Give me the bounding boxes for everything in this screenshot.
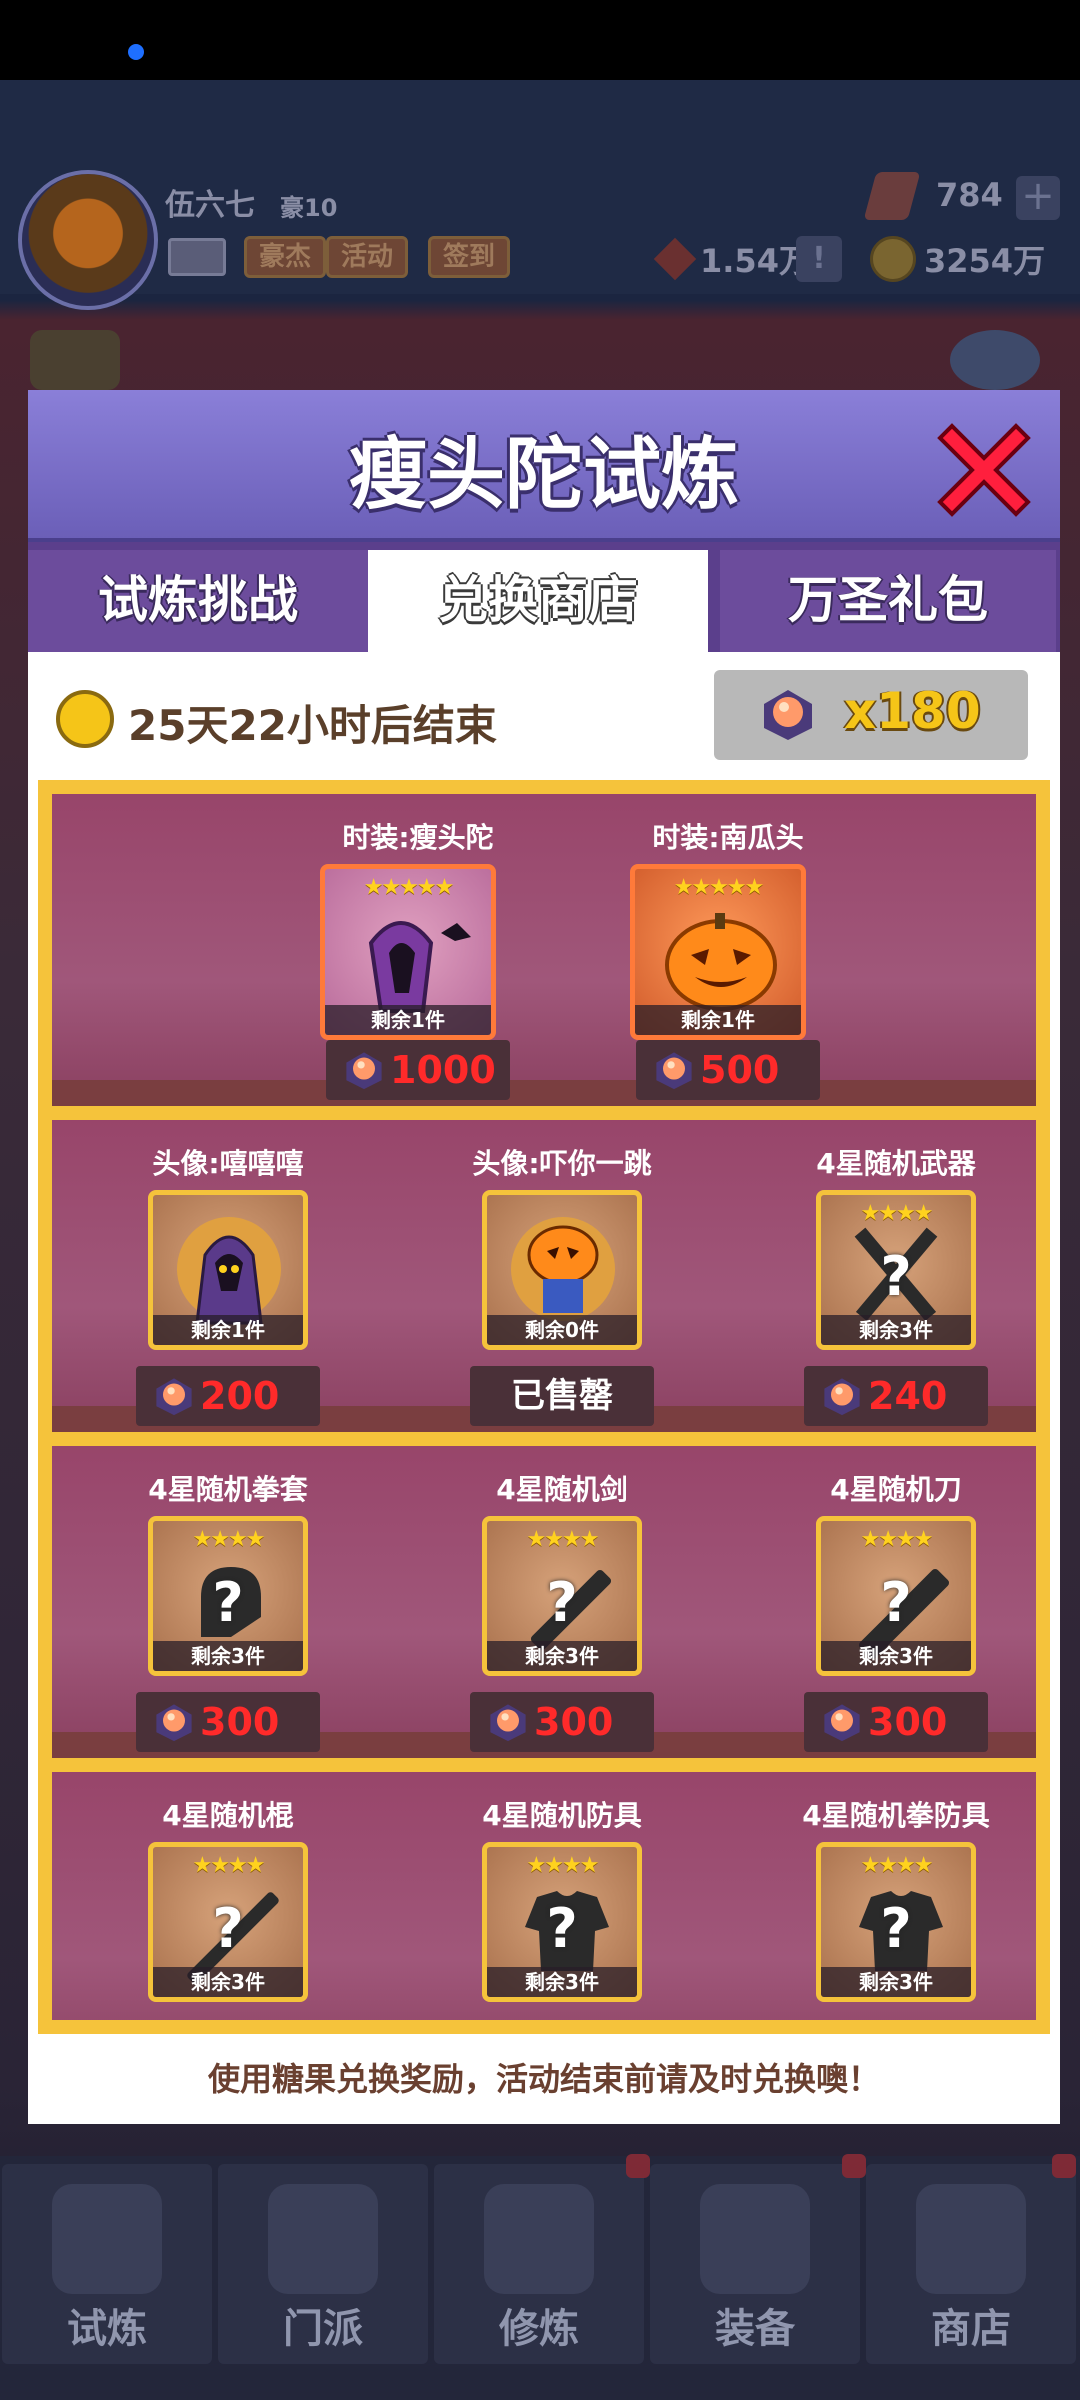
event-timer: 25天22小时后结束 — [128, 701, 497, 750]
pumpkin-avatar-icon — [511, 1217, 615, 1321]
footer-note: 使用糖果兑换奖励，活动结束前请及时兑换噢！ — [207, 2060, 880, 2098]
candy-icon — [824, 1378, 860, 1416]
status-bar — [0, 0, 1080, 80]
hooded-figure-icon — [368, 921, 471, 1013]
trial-icon — [52, 2184, 162, 2294]
tab-exchange-shop[interactable]: 兑换商店 — [368, 550, 708, 652]
gem-count: 784 — [936, 176, 1003, 214]
price-tag: 300 — [136, 1692, 320, 1752]
row-divider — [52, 1758, 1036, 1772]
sword-shield-icon — [700, 2184, 810, 2294]
candy-icon — [156, 1704, 192, 1742]
nav-shop[interactable]: 商店 — [866, 2164, 1076, 2364]
price-tag: 300 — [804, 1692, 988, 1752]
sold-out-label: 已售罄 — [470, 1366, 654, 1426]
nav-cultivate[interactable]: 修炼 — [434, 2164, 644, 2364]
pumpkin-icon — [665, 913, 777, 1011]
candy-icon — [490, 1704, 526, 1742]
candy-icon — [824, 1704, 860, 1742]
book-icon — [484, 2184, 594, 2294]
shop-icon — [916, 2184, 1026, 2294]
price-tag: 300 — [470, 1692, 654, 1752]
nav-equipment[interactable]: 装备 — [650, 2164, 860, 2364]
shop-item[interactable]: 4星随机防具 ★★★★ ? 剩余3件 — [452, 1772, 672, 2020]
tag-hero[interactable]: 豪杰 — [244, 236, 327, 278]
alert-button[interactable]: ! — [796, 236, 842, 282]
shop-item[interactable]: 头像:吓你一跳 剩余0件 已售罄 — [452, 1120, 672, 1432]
tab-trial-challenge[interactable]: 试炼挑战 — [28, 550, 368, 652]
side-ghost-icon[interactable] — [950, 330, 1040, 390]
nav-badge — [1052, 2154, 1076, 2178]
price-tag: 240 — [804, 1366, 988, 1426]
game-screen: { "background": { "player_name": "伍六七", … — [0, 0, 1080, 2400]
candy-icon — [156, 1378, 192, 1416]
nav-sect[interactable]: 门派 — [218, 2164, 428, 2364]
tab-halloween-pack[interactable]: 万圣礼包 — [720, 550, 1056, 652]
candy-icon — [346, 1052, 382, 1090]
coin-count: 3254万 — [924, 242, 1046, 280]
shop-item[interactable]: 4星随机武器 ★★★★ ? 剩余3件 240 — [786, 1120, 1006, 1432]
player-rank: 豪10 — [280, 194, 338, 222]
shop-item[interactable]: 时装:南瓜头 ★★★★★ 剩余1件 500 — [618, 794, 838, 1106]
temple-icon — [268, 2184, 378, 2294]
tag-signin[interactable]: 签到 — [428, 236, 511, 278]
modal-header: 瘦头陀试炼 — [28, 390, 1060, 542]
row-divider — [52, 1432, 1036, 1446]
nav-trial[interactable]: 试炼 — [2, 2164, 212, 2364]
red-currency-count: 1.54万 — [700, 242, 811, 280]
candy-icon — [656, 1052, 692, 1090]
nav-badge — [626, 2154, 650, 2178]
mail-icon[interactable] — [168, 238, 226, 276]
hooded-avatar-icon — [177, 1217, 281, 1325]
shop-panel: 时装:瘦头陀 ★★★★★ 剩余1件 1000 时装:南瓜头 ★★★★★ 剩余1件… — [38, 780, 1050, 2034]
price-tag: 200 — [136, 1366, 320, 1426]
coin-icon — [870, 236, 916, 282]
candy-balance: x180 — [714, 670, 1028, 760]
shop-item[interactable]: 4星随机棍 ★★★★ ? 剩余3件 — [118, 1772, 338, 2020]
price-tag: 500 — [636, 1040, 820, 1100]
side-chest-icon[interactable] — [30, 330, 120, 390]
player-name: 伍六七 — [165, 188, 255, 223]
shop-item[interactable]: 头像:嘻嘻嘻 剩余1件 200 — [118, 1120, 338, 1432]
modal-title: 瘦头陀试炼 — [348, 430, 739, 520]
clock-icon — [56, 690, 114, 748]
player-avatar[interactable] — [18, 170, 158, 310]
tag-activity[interactable]: 活动 — [326, 236, 409, 278]
tab-bar: 试炼挑战 兑换商店 万圣礼包 — [28, 542, 1060, 652]
shop-item[interactable]: 4星随机拳防具 ★★★★ ? 剩余3件 — [786, 1772, 1006, 2020]
notification-dot-icon — [128, 44, 144, 60]
add-gems-button[interactable]: + — [1016, 176, 1060, 220]
price-tag: 1000 — [326, 1040, 510, 1100]
close-icon[interactable] — [934, 418, 1034, 518]
shop-item[interactable]: 时装:瘦头陀 ★★★★★ 剩余1件 1000 — [308, 794, 528, 1106]
candy-count: x180 — [844, 682, 981, 740]
row-divider — [52, 1106, 1036, 1120]
trial-modal: 瘦头陀试炼 试炼挑战 兑换商店 万圣礼包 25天22小时后结束 x180 时装:… — [28, 390, 1060, 2124]
shop-item[interactable]: 4星随机刀 ★★★★ ? 剩余3件 300 — [786, 1446, 1006, 1758]
nav-badge — [842, 2154, 866, 2178]
shop-item[interactable]: 4星随机剑 ★★★★ ? 剩余3件 300 — [452, 1446, 672, 1758]
player-header — [0, 80, 1080, 294]
shop-item[interactable]: 4星随机拳套 ★★★★ ? 剩余3件 300 — [118, 1446, 338, 1758]
candy-icon — [764, 690, 812, 740]
